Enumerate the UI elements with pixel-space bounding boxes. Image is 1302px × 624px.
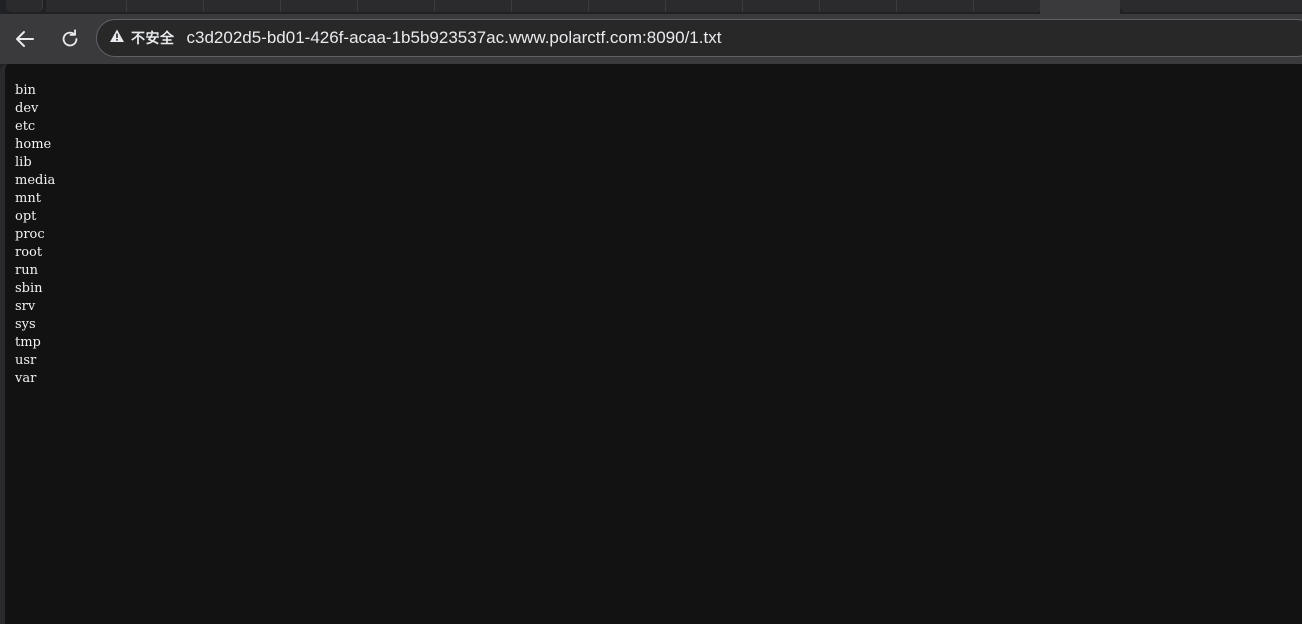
back-button[interactable] (8, 22, 42, 56)
directory-listing: bin dev etc home lib media mnt opt proc … (5, 64, 1302, 388)
list-item: proc (15, 227, 45, 242)
tab[interactable] (46, 0, 127, 12)
list-item: sys (15, 317, 36, 332)
browser-toolbar: 不安全 c3d202d5-bd01-426f-acaa-1b5b923537ac… (0, 14, 1302, 64)
list-item: home (15, 137, 52, 152)
list-item: bin (15, 83, 36, 98)
list-item: mnt (15, 191, 41, 206)
list-item: var (15, 371, 37, 386)
tab[interactable] (666, 0, 743, 12)
tab[interactable] (358, 0, 435, 12)
address-bar[interactable]: 不安全 c3d202d5-bd01-426f-acaa-1b5b923537ac… (96, 19, 1302, 57)
reload-button[interactable] (53, 22, 87, 56)
tab[interactable] (512, 0, 589, 12)
arrow-left-icon (13, 27, 37, 51)
list-item: run (15, 263, 38, 278)
list-item: tmp (15, 335, 41, 350)
warning-triangle-icon (109, 28, 125, 49)
tab[interactable] (281, 0, 358, 12)
tab[interactable] (897, 0, 974, 12)
tab[interactable] (820, 0, 897, 12)
page-content: bin dev etc home lib media mnt opt proc … (0, 64, 1302, 624)
tab[interactable] (1120, 0, 1302, 12)
tab-active[interactable] (1040, 0, 1120, 14)
tab[interactable] (974, 0, 1041, 12)
tab[interactable] (6, 0, 43, 12)
tab[interactable] (204, 0, 281, 12)
list-item: dev (15, 101, 39, 116)
reload-icon (59, 28, 81, 50)
list-item: srv (15, 299, 36, 314)
tab-strip (0, 0, 1302, 14)
security-indicator[interactable]: 不安全 (109, 25, 179, 51)
tab[interactable] (435, 0, 512, 12)
list-item: lib (15, 155, 32, 170)
url-text[interactable]: c3d202d5-bd01-426f-acaa-1b5b923537ac.www… (187, 28, 722, 48)
list-item: media (15, 173, 56, 188)
list-item: root (15, 245, 43, 260)
tab[interactable] (589, 0, 666, 12)
tab[interactable] (127, 0, 204, 12)
tab[interactable] (743, 0, 820, 12)
list-item: usr (15, 353, 37, 368)
security-label: 不安全 (131, 30, 175, 46)
list-item: opt (15, 209, 37, 224)
list-item: sbin (15, 281, 43, 296)
list-item: etc (15, 119, 36, 134)
